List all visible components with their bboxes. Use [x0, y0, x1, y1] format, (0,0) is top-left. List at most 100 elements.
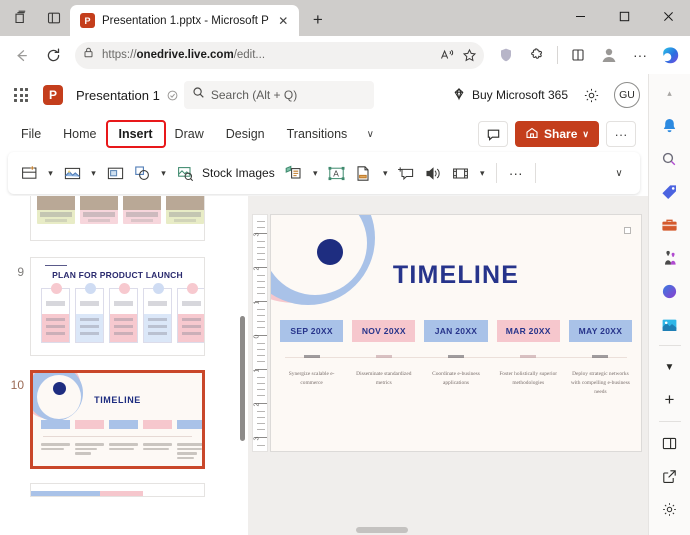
chevron-down-icon[interactable]: ▾	[378, 158, 393, 188]
document-title[interactable]: Presentation 1	[76, 88, 160, 103]
slide-thumb-row[interactable]	[0, 196, 248, 241]
image-creator-icon[interactable]	[655, 309, 685, 339]
tab-design[interactable]: Design	[215, 122, 276, 146]
comments-button[interactable]	[478, 121, 509, 147]
profile-icon[interactable]	[594, 40, 624, 70]
browser-tab[interactable]: P Presentation 1.pptx - Microsoft P ✕	[70, 5, 299, 36]
timeline-desc-2[interactable]: Disseminate standardized metrics	[352, 370, 415, 397]
tab-home[interactable]: Home	[52, 122, 107, 146]
avatar[interactable]: GU	[614, 82, 640, 108]
shapes-tool[interactable]	[129, 158, 155, 188]
stock-images-tool[interactable]	[172, 158, 198, 188]
shopping-tag-icon[interactable]	[655, 177, 685, 207]
split-pane-icon[interactable]	[655, 428, 685, 458]
address-bar[interactable]: https://onedrive.live.com/edit...	[75, 41, 484, 69]
buy-microsoft-365-button[interactable]: Buy Microsoft 365	[452, 87, 568, 104]
timeline-descriptions	[41, 443, 202, 461]
slide-thumb-10[interactable]: TIMELINE	[30, 370, 205, 469]
tracking-prevention-icon[interactable]	[491, 40, 521, 70]
open-in-new-icon[interactable]	[655, 461, 685, 491]
site-permissions-lock-icon[interactable]	[82, 46, 95, 64]
timeline-date-5[interactable]: MAY 20XX	[568, 320, 633, 342]
chevron-down-icon[interactable]: ▾	[43, 158, 58, 188]
favorite-star-icon[interactable]	[462, 48, 477, 63]
app-launcher-waffle-icon[interactable]	[8, 82, 34, 108]
timeline-desc-3[interactable]: Coordinate e-business applications	[424, 370, 487, 397]
microsoft-365-icon[interactable]	[655, 276, 685, 306]
ribbon-tab-bar: File Home Insert Draw Design Transitions…	[0, 116, 648, 152]
text-box-tool[interactable]: A	[324, 158, 350, 188]
slide-title[interactable]: TIMELINE	[271, 261, 641, 290]
header-footer-tool[interactable]	[351, 158, 377, 188]
selection-handle[interactable]	[624, 227, 631, 234]
chevron-down-icon[interactable]: ∨	[358, 122, 382, 146]
thumbnail-pane-scrollbar[interactable]	[240, 316, 245, 441]
audio-tool[interactable]	[421, 158, 447, 188]
timeline-date-2[interactable]: NOV 20XX	[352, 320, 416, 342]
sidebar-collapse-chevron-icon[interactable]: ▴	[655, 78, 685, 108]
new-slide-tool[interactable]	[16, 158, 42, 188]
collections-icon[interactable]	[10, 8, 30, 28]
back-icon[interactable]	[6, 40, 36, 70]
copilot-icon[interactable]	[656, 41, 684, 69]
ribbon-collapse-chevron-icon[interactable]: ∨	[606, 158, 632, 188]
screenshot-tool[interactable]	[102, 158, 128, 188]
video-tool[interactable]	[448, 158, 474, 188]
slide-thumb-8[interactable]	[30, 196, 205, 241]
team-card	[166, 196, 204, 224]
smartart-tool[interactable]	[281, 158, 307, 188]
tab-draw[interactable]: Draw	[164, 122, 215, 146]
extensions-icon[interactable]	[522, 40, 552, 70]
close-window-icon[interactable]	[646, 0, 690, 32]
tab-insert[interactable]: Insert	[105, 120, 166, 148]
search-icon[interactable]	[655, 144, 685, 174]
share-button[interactable]: Share ∨	[515, 121, 599, 147]
chevron-down-icon[interactable]: ▼	[655, 352, 685, 382]
notifications-bell-icon[interactable]	[655, 111, 685, 141]
maximize-icon[interactable]	[602, 0, 646, 32]
read-aloud-icon[interactable]	[440, 48, 455, 62]
share-icon	[525, 126, 539, 143]
timeline-desc-5[interactable]: Deploy strategic networks with compellin…	[569, 370, 632, 397]
timeline-date-4[interactable]: MAR 20XX	[496, 320, 560, 342]
tab-actions-icon[interactable]	[44, 8, 64, 28]
add-sidebar-app-button[interactable]: +	[655, 385, 685, 415]
new-tab-button[interactable]: +	[305, 7, 331, 33]
saved-to-cloud-icon[interactable]	[166, 88, 180, 102]
more-options-button[interactable]: ···	[606, 121, 636, 147]
settings-more-icon[interactable]: ···	[625, 40, 655, 70]
more-tools-button[interactable]: ···	[503, 158, 529, 188]
slide-editing-surface[interactable]: TIMELINE SEP 20XX NOV 20XX JAN 20XX MAR …	[270, 214, 642, 452]
team-card	[123, 196, 161, 224]
svg-text:A: A	[333, 168, 339, 178]
chevron-down-icon[interactable]: ▾	[86, 158, 101, 188]
tab-file[interactable]: File	[10, 122, 52, 146]
picture-tool[interactable]	[59, 158, 85, 188]
timeline-desc-1[interactable]: Synergize scalable e-commerce	[280, 370, 343, 397]
minimize-icon[interactable]	[558, 0, 602, 32]
timeline-date-1[interactable]: SEP 20XX	[280, 320, 344, 342]
slide-thumb-row[interactable]: 9 PLAN FOR PRODUCT LAUNCH	[0, 257, 248, 356]
sidebar-settings-icon[interactable]	[655, 494, 685, 524]
timeline-date-3[interactable]: JAN 20XX	[424, 320, 488, 342]
slide-thumb-row[interactable]: 10 TIMELINE	[0, 370, 248, 469]
chevron-down-icon[interactable]: ▾	[308, 158, 323, 188]
slide-thumb-row[interactable]	[0, 483, 248, 497]
plan-card	[143, 283, 172, 343]
slide-thumb-next[interactable]	[30, 483, 205, 497]
chevron-down-icon[interactable]: ▾	[475, 158, 490, 188]
tab-transitions[interactable]: Transitions	[276, 122, 359, 146]
close-icon[interactable]: ✕	[276, 13, 291, 28]
canvas-horizontal-scrollbar[interactable]	[356, 527, 408, 533]
timeline-desc-4[interactable]: Foster holistically superior methodologi…	[497, 370, 560, 397]
gear-icon[interactable]	[578, 82, 604, 108]
reload-icon[interactable]	[38, 40, 68, 70]
games-icon[interactable]	[655, 243, 685, 273]
tools-briefcase-icon[interactable]	[655, 210, 685, 240]
chevron-down-icon[interactable]: ▾	[156, 158, 171, 188]
slide-thumb-9[interactable]: PLAN FOR PRODUCT LAUNCH	[30, 257, 205, 356]
split-screen-icon[interactable]	[563, 40, 593, 70]
search-input[interactable]: Search (Alt + Q)	[183, 81, 374, 109]
comment-tool[interactable]	[394, 158, 420, 188]
slide-thumbnail-pane[interactable]: 9 PLAN FOR PRODUCT LAUNCH 10 TIMELINE	[0, 196, 248, 535]
